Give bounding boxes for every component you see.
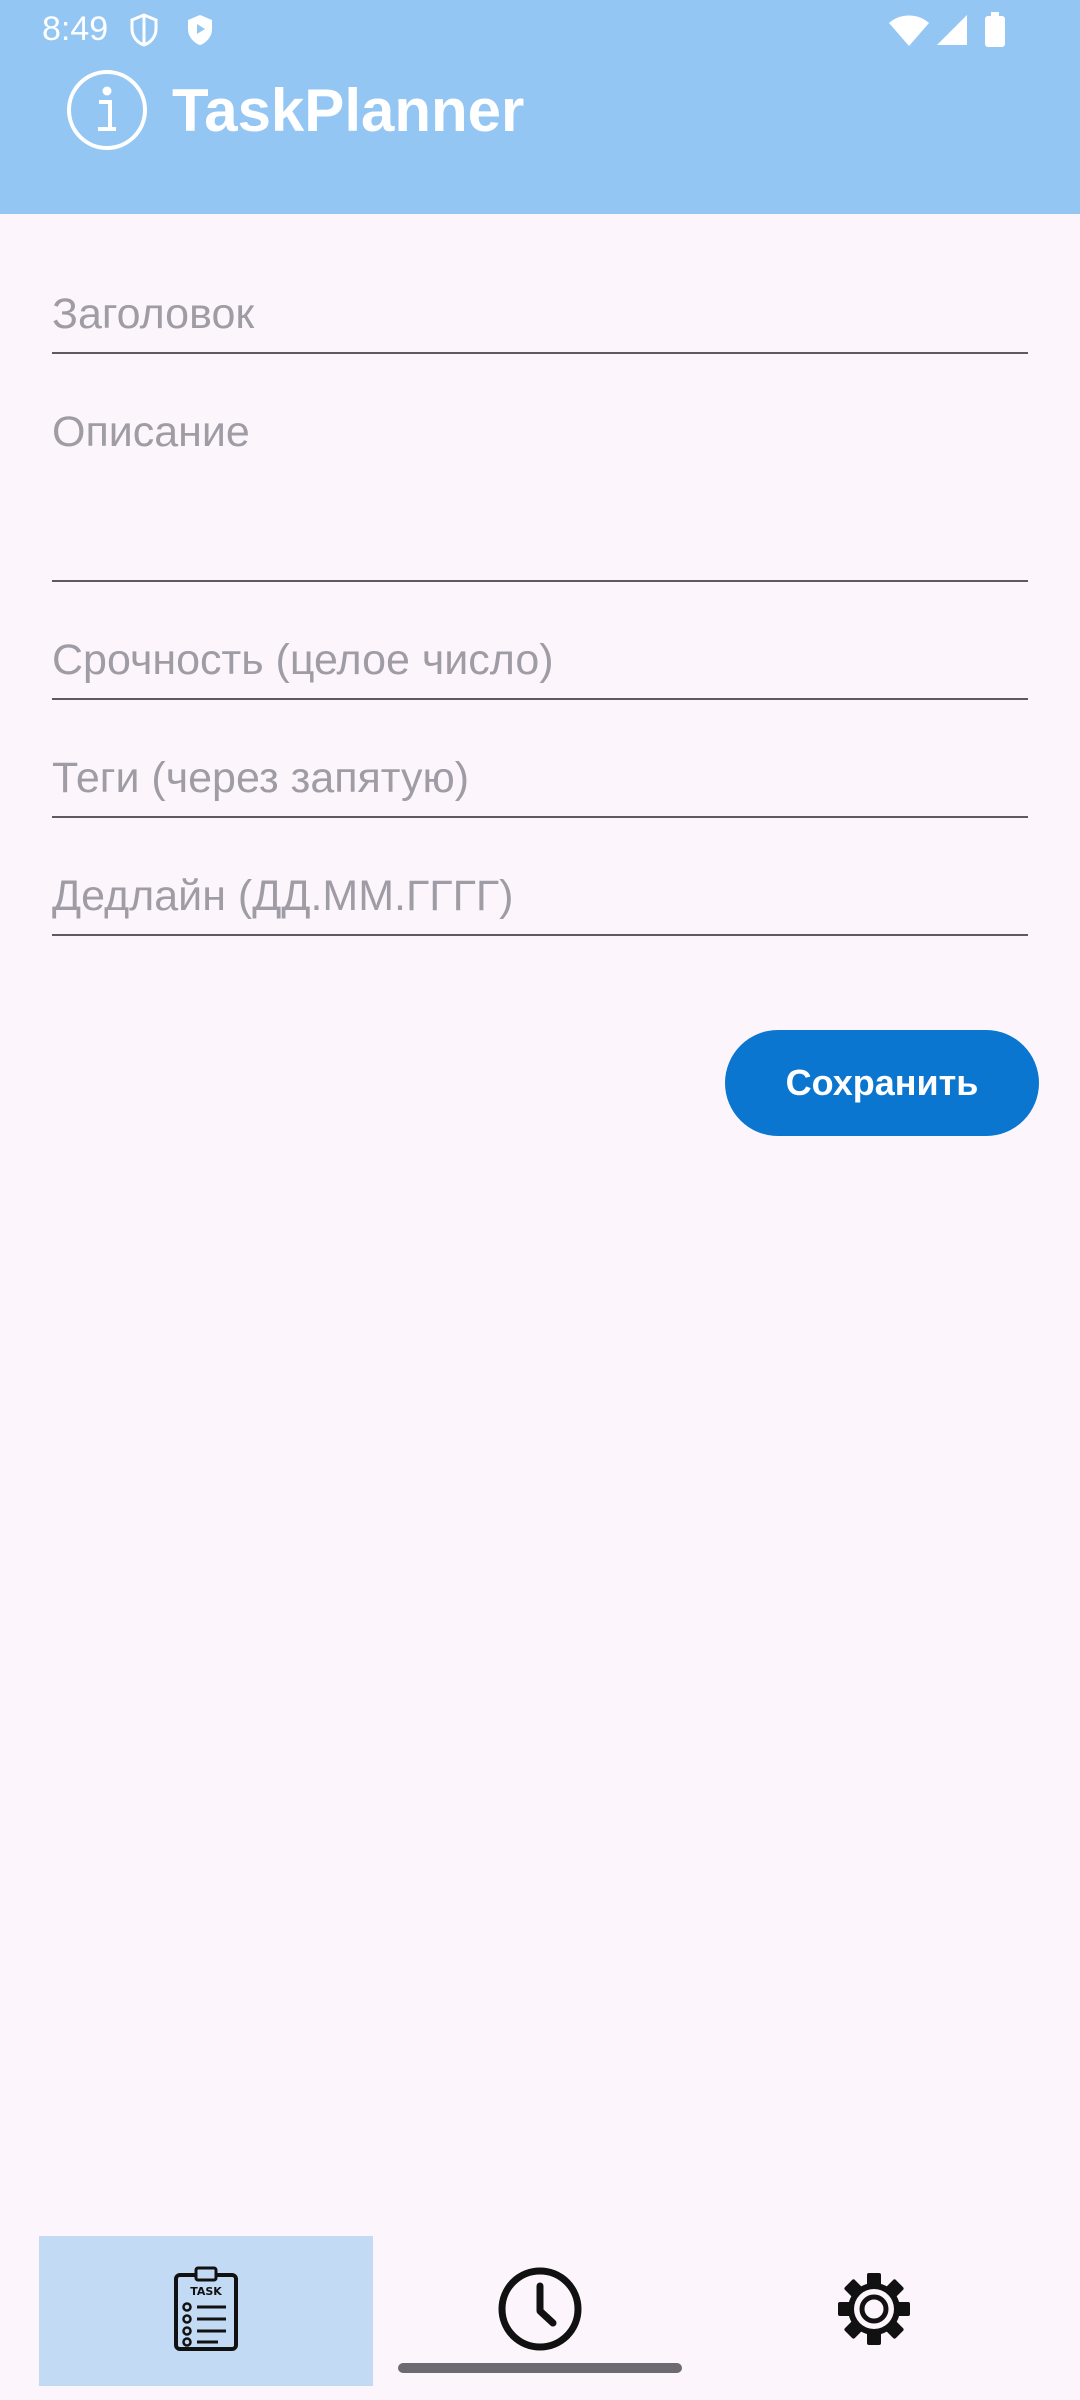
app-header: 8:49 TaskPlanner (0, 0, 1080, 214)
signal-icon (936, 14, 968, 51)
title-field[interactable]: Заголовок (52, 278, 1028, 354)
tags-field-placeholder: Теги (через запятую) (52, 754, 470, 802)
gear-icon (834, 2269, 914, 2354)
wifi-icon (888, 14, 930, 51)
title-field-placeholder: Заголовок (52, 290, 255, 338)
save-button[interactable]: Сохранить (725, 1030, 1039, 1136)
svg-text:TASK: TASK (190, 2285, 222, 2298)
nav-item-tasks[interactable]: TASK (39, 2236, 373, 2386)
urgency-field[interactable]: Срочность (целое число) (52, 624, 1028, 700)
description-field[interactable]: Описание (52, 396, 1028, 582)
status-time: 8:49 (42, 10, 109, 48)
urgency-field-placeholder: Срочность (целое число) (52, 636, 554, 684)
play-shield-icon (184, 12, 216, 53)
clock-icon (497, 2266, 583, 2357)
home-indicator[interactable] (398, 2363, 682, 2373)
deadline-field[interactable]: Дедлайн (ДД.ММ.ГГГГ) (52, 860, 1028, 936)
status-bar: 8:49 (0, 0, 1080, 62)
description-field-placeholder: Описание (52, 408, 250, 456)
tags-field[interactable]: Теги (через запятую) (52, 742, 1028, 818)
deadline-field-placeholder: Дедлайн (ДД.ММ.ГГГГ) (52, 872, 514, 920)
nav-item-settings[interactable] (707, 2236, 1041, 2386)
app-title: TaskPlanner (172, 77, 525, 144)
battery-icon (984, 12, 1006, 53)
bottom-navigation: TASK (0, 2230, 1080, 2400)
info-icon[interactable] (66, 69, 148, 151)
shield-icon (128, 12, 160, 53)
task-list-icon: TASK (173, 2266, 239, 2357)
